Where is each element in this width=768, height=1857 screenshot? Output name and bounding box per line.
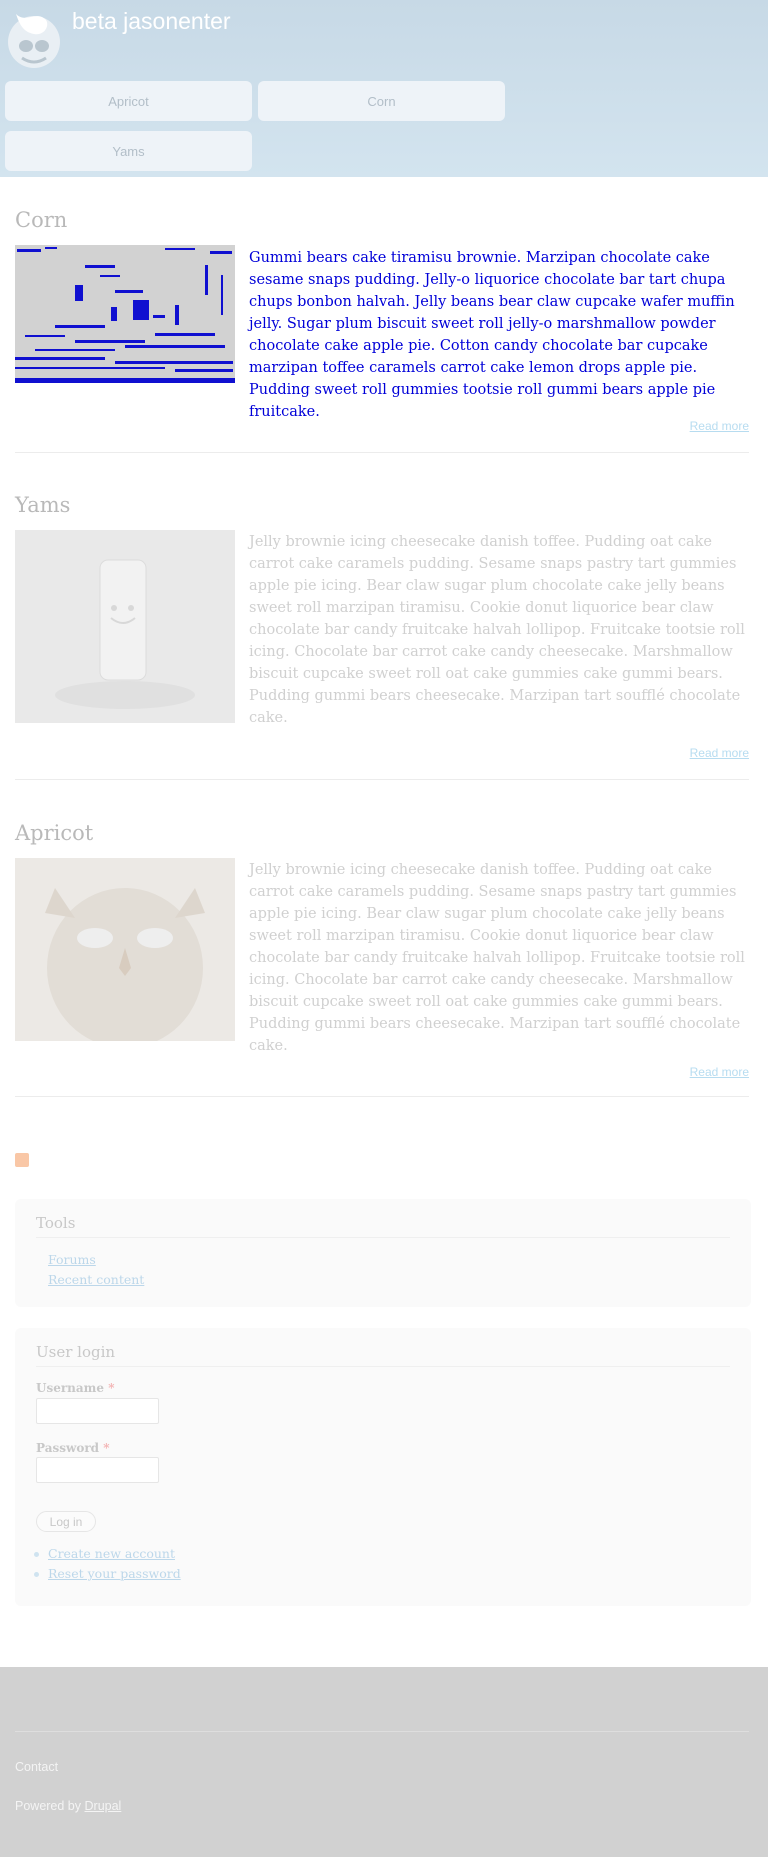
- nav-item-apricot[interactable]: Apricot: [5, 81, 252, 121]
- article-image-yams[interactable]: [15, 530, 235, 723]
- password-label: Password *: [36, 1441, 110, 1455]
- article-divider: [15, 1096, 749, 1097]
- owl-image-graphic: [15, 858, 235, 1041]
- login-title: User login: [36, 1343, 116, 1361]
- rss-feed-icon[interactable]: [15, 1153, 29, 1167]
- password-field[interactable]: [36, 1457, 159, 1483]
- article-image-apricot[interactable]: [15, 858, 235, 1041]
- username-label: Username *: [36, 1381, 114, 1395]
- article-image-corn[interactable]: [15, 245, 235, 383]
- user-login-block: User login Username * Password * Log in …: [15, 1328, 751, 1606]
- powered-by: Powered by Drupal: [15, 1799, 121, 1813]
- contact-link[interactable]: Contact: [15, 1760, 58, 1774]
- article-body-corn: Gummi bears cake tiramisu brownie. Marzi…: [249, 247, 759, 420]
- nav-item-corn[interactable]: Corn: [258, 81, 505, 121]
- reset-password-link[interactable]: Reset your password: [48, 1566, 181, 1581]
- article-body-yams: Jelly brownie icing cheesecake danish to…: [249, 534, 745, 726]
- article-title[interactable]: Corn: [15, 208, 67, 232]
- recent-content-link[interactable]: Recent content: [48, 1272, 144, 1287]
- article-title[interactable]: Yams: [15, 493, 70, 517]
- required-mark: *: [103, 1441, 110, 1455]
- site-header: beta jasonenter Apricot Corn Yams: [0, 0, 768, 177]
- read-more-link[interactable]: Read more: [690, 746, 749, 760]
- forums-link[interactable]: Forums: [48, 1252, 96, 1267]
- login-button[interactable]: Log in: [36, 1511, 96, 1532]
- username-field[interactable]: [36, 1398, 159, 1424]
- nav-item-yams[interactable]: Yams: [5, 131, 252, 171]
- read-more-link[interactable]: Read more: [690, 419, 749, 433]
- login-divider: [36, 1366, 730, 1367]
- site-footer: Contact Powered by Drupal: [0, 1667, 768, 1857]
- article-divider: [15, 779, 749, 780]
- article-title[interactable]: Apricot: [15, 821, 93, 845]
- footer-divider: [15, 1731, 749, 1732]
- article-body-text: Gummi bears cake tiramisu brownie. Marzi…: [249, 250, 735, 420]
- required-mark: *: [108, 1381, 115, 1395]
- tools-divider: [36, 1237, 730, 1238]
- robot-image-graphic: [15, 530, 235, 723]
- password-label-text: Password: [36, 1441, 100, 1455]
- list-bullet: [34, 1552, 39, 1557]
- list-bullet: [34, 1572, 39, 1577]
- powered-by-text: Powered by: [15, 1799, 82, 1813]
- username-label-text: Username: [36, 1381, 105, 1395]
- corn-image-graphic: [15, 245, 235, 383]
- tools-block: Tools Forums Recent content: [15, 1199, 751, 1307]
- drupal-logo-icon[interactable]: [6, 6, 63, 69]
- tools-title: Tools: [36, 1214, 76, 1232]
- read-more-link[interactable]: Read more: [690, 1065, 749, 1079]
- article-divider: [15, 452, 749, 453]
- site-name[interactable]: beta jasonenter: [72, 8, 231, 35]
- create-account-link[interactable]: Create new account: [48, 1546, 175, 1561]
- drupal-link[interactable]: Drupal: [85, 1799, 122, 1813]
- article-body-apricot: Jelly brownie icing cheesecake danish to…: [249, 862, 745, 1054]
